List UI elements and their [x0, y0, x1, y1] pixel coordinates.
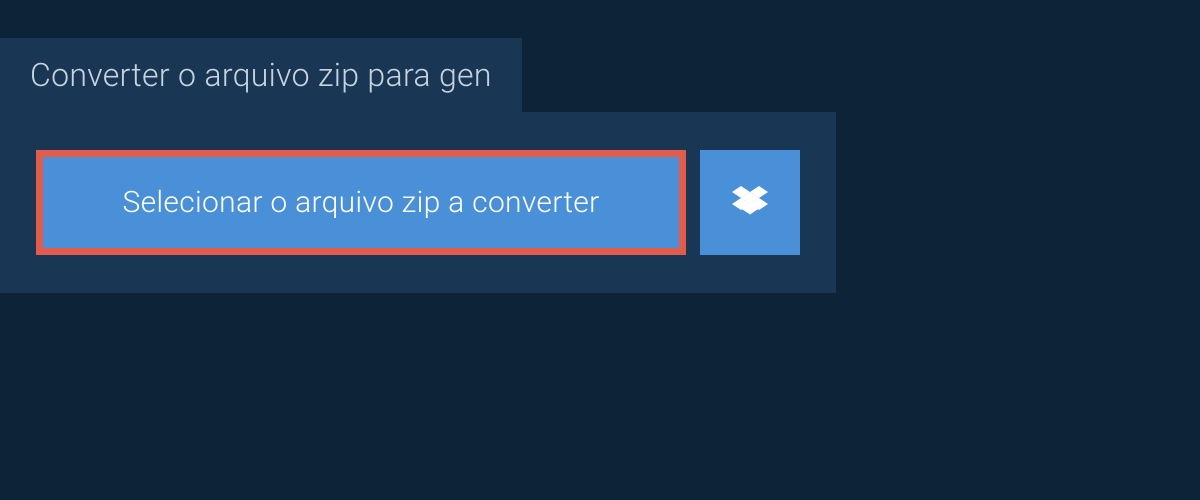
tab-label: Converter o arquivo zip para gen — [30, 56, 492, 94]
converter-container: Converter o arquivo zip para gen Selecio… — [0, 0, 1200, 293]
select-file-button[interactable]: Selecionar o arquivo zip a converter — [36, 150, 686, 255]
dropbox-button[interactable] — [700, 150, 800, 255]
tab-bar: Converter o arquivo zip para gen — [0, 0, 1200, 112]
dropbox-icon — [732, 185, 768, 221]
content-panel: Selecionar o arquivo zip a converter — [0, 112, 836, 293]
tab-convert-zip-to-gen[interactable]: Converter o arquivo zip para gen — [0, 38, 522, 112]
select-file-label: Selecionar o arquivo zip a converter — [122, 185, 599, 220]
